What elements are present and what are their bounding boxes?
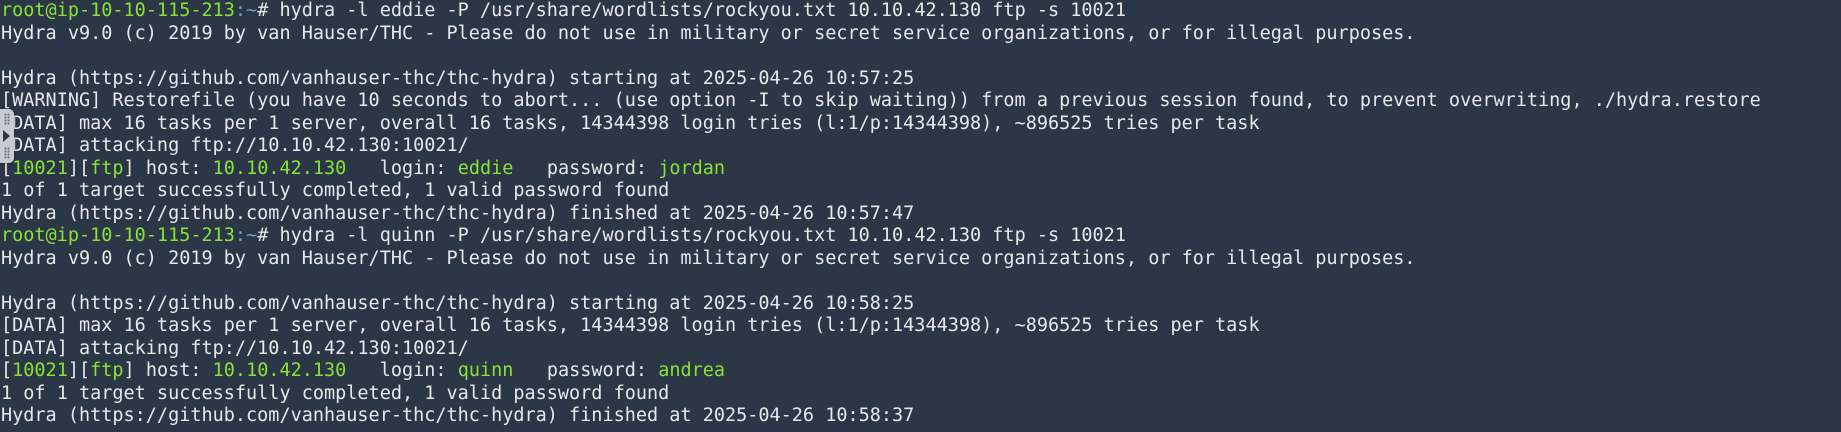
result-password-label: password: [513,157,659,179]
result-password-label: password: [513,360,659,381]
result-login-label: login: [346,360,458,381]
side-panel-toggle[interactable] [0,109,14,163]
output-banner: Hydra v9.0 (c) 2019 by van Hauser/THC - … [1,247,1416,269]
output-data-max: [DATA] max 16 tasks per 1 server, overal… [1,315,1260,336]
command-text: hydra -l eddie -P /usr/share/wordlists/r… [279,0,1126,21]
output-starting: Hydra (https://github.com/vanhauser-thc/… [1,67,915,89]
command-line: root@ip-10-10-115-213:~# hydra -l quinn … [1,225,1841,248]
result-port: 10021 [12,360,68,381]
terminal-window[interactable]: root@ip-10-10-115-213:~# hydra -l eddie … [0,0,1841,432]
prompt-symbol: # [257,225,280,246]
prompt-symbol: # [257,0,280,21]
output-starting: Hydra (https://github.com/vanhauser-thc/… [1,292,915,314]
result-service: ftp [90,360,124,381]
output-data-attacking: [DATA] attacking ftp://10.10.42.130:1002… [1,337,469,359]
result-password: jordan [658,157,726,179]
prompt-path: :~ [234,225,258,246]
output-result: [10021][ftp] host: 10.10.42.130 login: q… [1,360,726,381]
result-password: andrea [658,360,726,381]
result-login: quinn [457,360,514,381]
prompt-user-host: root@ip-10-10-115-213 [1,0,235,21]
result-host-label: host: [134,157,213,179]
output-banner: Hydra v9.0 (c) 2019 by van Hauser/THC - … [1,22,1416,44]
result-service: ftp [90,157,124,179]
grip-dots-icon [4,147,10,159]
result-host-label: host: [134,360,213,381]
output-data-attacking: [DATA] attacking ftp://10.10.42.130:1002… [1,135,469,156]
output-summary: 1 of 1 target successfully completed, 1 … [1,382,670,404]
result-host: 10.10.42.130 [212,360,347,381]
grip-dots-icon [4,113,10,125]
result-login-label: login: [346,157,458,179]
expand-panel-arrow-icon [3,130,10,142]
output-result: [10021][ftp] host: 10.10.42.130 login: e… [1,157,726,179]
result-login: eddie [457,157,514,179]
prompt-path: :~ [234,0,258,21]
result-host: 10.10.42.130 [212,157,347,179]
command-line: root@ip-10-10-115-213:~# hydra -l eddie … [1,0,1841,23]
output-warning: [WARNING] Restorefile (you have 10 secon… [1,90,1761,111]
output-data-max: [DATA] max 16 tasks per 1 server, overal… [1,112,1260,134]
result-port: 10021 [12,157,68,179]
output-finished: Hydra (https://github.com/vanhauser-thc/… [1,202,915,224]
output-summary: 1 of 1 target successfully completed, 1 … [1,180,670,201]
prompt-user-host: root@ip-10-10-115-213 [1,225,235,246]
command-text: hydra -l quinn -P /usr/share/wordlists/r… [279,225,1126,246]
output-finished: Hydra (https://github.com/vanhauser-thc/… [1,405,915,426]
